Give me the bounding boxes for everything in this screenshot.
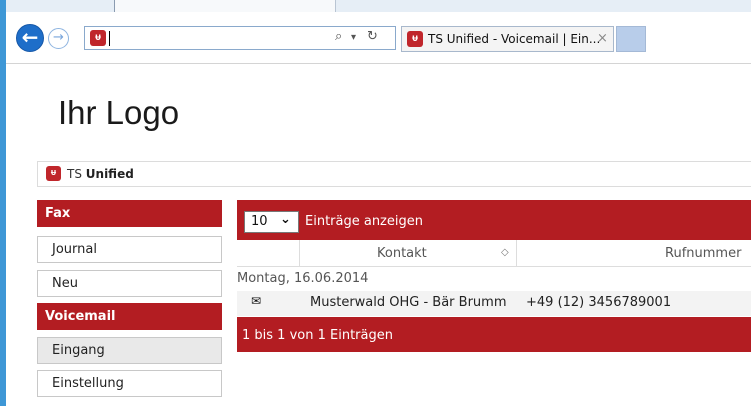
tab-title: TS Unified - Voicemail | Ein... bbox=[428, 32, 601, 46]
table-info-text: 1 bis 1 von 1 Einträgen bbox=[242, 328, 393, 343]
table-footer: 1 bis 1 von 1 Einträgen bbox=[237, 317, 751, 352]
sidebar-header-voicemail: Voicemail bbox=[37, 303, 222, 330]
background-window-stub bbox=[114, 0, 336, 12]
brand-logo-icon: ᵾ bbox=[46, 166, 61, 181]
column-header-kontakt[interactable]: Kontakt bbox=[377, 246, 427, 261]
date-group-row: Montag, 16.06.2014 bbox=[237, 267, 751, 291]
page-size-value: 10 bbox=[251, 214, 268, 229]
search-icon[interactable]: ⌕ bbox=[335, 29, 342, 44]
page-size-select[interactable]: 10 ⌄ bbox=[244, 211, 299, 233]
new-tab-button[interactable] bbox=[616, 26, 646, 52]
toolbar-divider bbox=[6, 63, 751, 64]
back-arrow-icon: ← bbox=[21, 25, 39, 49]
back-button[interactable]: ← bbox=[16, 24, 44, 52]
site-favicon-icon: ᵾ bbox=[90, 30, 106, 46]
sidebar-item-einstellung[interactable]: Einstellung bbox=[37, 370, 222, 397]
brand-bar: ᵾ TS Unified bbox=[37, 161, 751, 187]
tab-favicon-icon: ᵾ bbox=[407, 31, 423, 47]
browser-toolbar: ← → ᵾ ⌕ ▾ ↻ ᵾ TS Unified - Voicemail | E… bbox=[6, 12, 751, 64]
refresh-icon[interactable]: ↻ bbox=[367, 29, 378, 44]
row-number: +49 (12) 3456789001 bbox=[526, 295, 672, 310]
brand-name: TS Unified bbox=[67, 167, 134, 181]
address-bar[interactable]: ᵾ ⌕ ▾ ↻ bbox=[84, 26, 396, 50]
entries-label: Einträge anzeigen bbox=[305, 214, 423, 229]
table-header: Kontakt ◇ Rufnummer bbox=[237, 240, 751, 267]
date-group-label: Montag, 16.06.2014 bbox=[237, 271, 369, 286]
tab-close-icon[interactable]: × bbox=[597, 31, 608, 46]
sort-icon[interactable]: ◇ bbox=[501, 247, 509, 258]
table-top-bar: 10 ⌄ Einträge anzeigen bbox=[237, 200, 751, 240]
address-dropdown-icon[interactable]: ▾ bbox=[351, 32, 356, 43]
forward-arrow-icon: → bbox=[53, 30, 64, 45]
forward-button[interactable]: → bbox=[48, 28, 69, 49]
sidebar-header-fax: Fax bbox=[37, 200, 222, 227]
column-header-rufnummer[interactable]: Rufnummer bbox=[665, 246, 741, 261]
table-row[interactable]: ✉ Musterwald OHG - Bär Brumm +49 (12) 34… bbox=[237, 291, 751, 316]
sidebar-item-journal[interactable]: Journal bbox=[37, 236, 222, 263]
browser-tab[interactable]: ᵾ TS Unified - Voicemail | Ein... × bbox=[401, 26, 614, 52]
envelope-icon: ✉ bbox=[251, 294, 262, 308]
sidebar-item-neu[interactable]: Neu bbox=[37, 270, 222, 297]
window-top-strip bbox=[6, 0, 751, 12]
sidebar-item-eingang[interactable]: Eingang bbox=[37, 337, 222, 364]
company-logo-text: Ihr Logo bbox=[58, 94, 180, 131]
text-caret bbox=[109, 31, 110, 46]
row-contact: Musterwald OHG - Bär Brumm bbox=[310, 295, 507, 310]
chevron-down-icon: ⌄ bbox=[280, 212, 291, 227]
voicemail-table-panel: 10 ⌄ Einträge anzeigen Kontakt ◇ Rufnumm… bbox=[237, 200, 751, 352]
